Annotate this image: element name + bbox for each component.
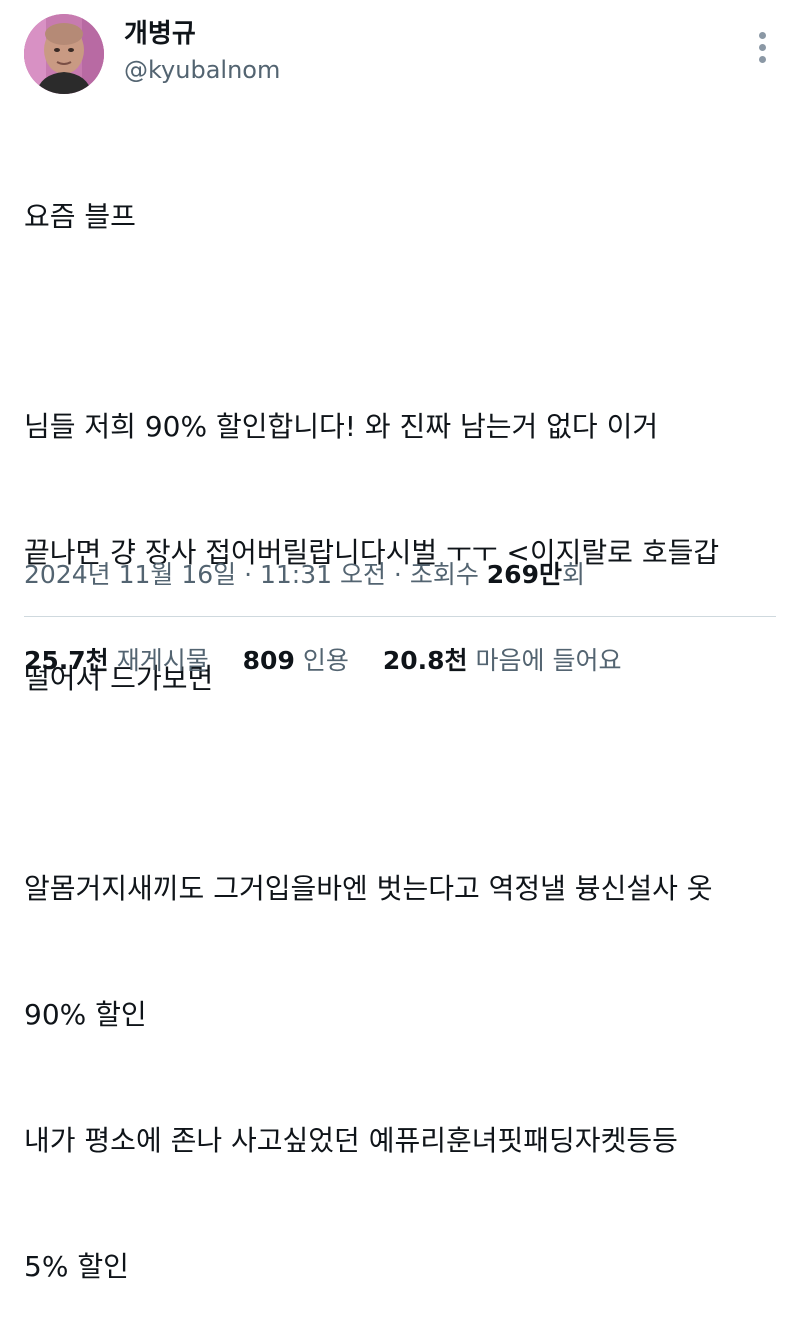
views-count: 269만	[486, 560, 562, 589]
views-prefix: 조회수	[409, 560, 487, 589]
author-handle[interactable]: @kyubalnom	[124, 54, 280, 86]
tweet-date[interactable]: 2024년 11월 16일	[24, 560, 236, 589]
likes-count: 20.8천	[382, 646, 468, 675]
author-display-name[interactable]: 개병규	[124, 18, 280, 50]
more-vertical-icon[interactable]	[756, 32, 768, 68]
author-names: 개병규 @kyubalnom	[124, 18, 280, 86]
retweets-label: 재게시물	[116, 646, 209, 675]
meta-separator: ·	[385, 560, 410, 589]
views-suffix: 회	[561, 560, 585, 589]
meta-separator: ·	[236, 560, 260, 589]
tweet-line: 알몸거지새끼도 그거입을바엔 벗는다고 역정낼 븅신설사 옷	[24, 872, 713, 905]
retweets-count: 25.7천	[24, 646, 109, 675]
retweets-stat[interactable]: 25.7천 재게시물	[24, 644, 209, 678]
tweet-line: 님들 저희 90% 할인합니다! 와 진짜 남는거 없다 이거	[24, 410, 659, 443]
divider	[24, 616, 776, 617]
tweet-line: 내가 평소에 존나 사고싶었던 예퓨리훈녀핏패딩자켓등등	[24, 1124, 678, 1157]
tweet-line: 요즘 블프	[24, 200, 136, 233]
tweet-time[interactable]: 11:31 오전	[260, 560, 386, 589]
tweet-line: 5% 할인	[24, 1250, 129, 1283]
quotes-stat[interactable]: 809 인용	[243, 644, 349, 678]
avatar[interactable]	[24, 14, 104, 94]
quotes-label: 인용	[302, 646, 349, 675]
tweet-line: 90% 할인	[24, 998, 147, 1031]
quotes-count: 809	[242, 646, 295, 675]
tweet-meta: 2024년 11월 16일 · 11:31 오전 · 조회수 269만회	[24, 558, 585, 592]
likes-stat[interactable]: 20.8천 마음에 들어요	[383, 644, 622, 678]
avatar-image	[24, 14, 104, 94]
tweet-text: 요즘 블프 님들 저희 90% 할인합니다! 와 진짜 남는거 없다 이거 끝나…	[24, 112, 780, 1330]
tweet-stats: 25.7천 재게시물 809 인용 20.8천 마음에 들어요	[24, 644, 647, 678]
tweet-header: 개병규 @kyubalnom	[24, 14, 776, 94]
likes-label: 마음에 들어요	[475, 646, 622, 675]
